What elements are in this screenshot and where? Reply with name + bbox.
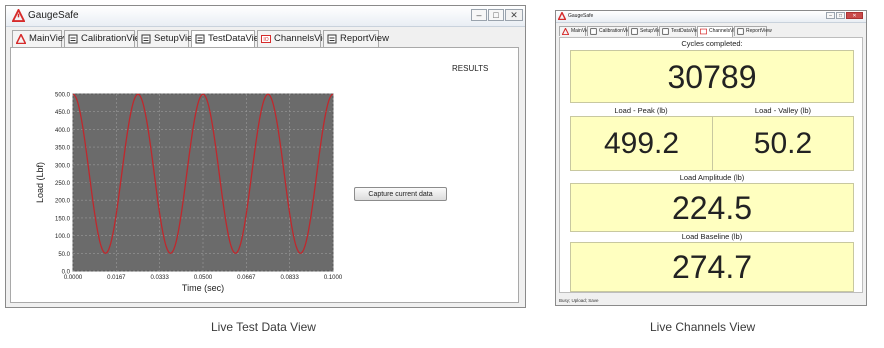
y-tick-label: 350.0 — [55, 146, 71, 152]
minimize-button[interactable]: – — [826, 12, 835, 19]
maximize-button[interactable]: □ — [488, 9, 504, 21]
x-tick-label: 0.1000 — [324, 275, 343, 281]
right-caption: Live Channels View — [650, 320, 756, 334]
sheet-icon — [327, 34, 337, 44]
channels-panel: Cycles completed: 30789 Load - Peak (lb)… — [559, 37, 863, 293]
tab-report-view[interactable]: ReportView — [323, 30, 389, 47]
tab-label: ReportView — [746, 28, 772, 34]
load-time-chart: 0.050.0100.0150.0200.0250.0300.0350.0400… — [35, 93, 343, 294]
cycles-value: 30789 — [570, 50, 854, 103]
y-tick-label: 200.0 — [55, 199, 71, 205]
x-axis-label: Time (sec) — [182, 283, 224, 293]
test-data-panel: RESULTS 0.0 50.0 100.0 150.0 200.0 250.0 300.0… — [10, 47, 519, 303]
test-data-window: GaugeSafe – □ ✕ MainView CalibrationView… — [5, 5, 526, 308]
view-tabs: MainView CalibrationView SetupView TestD… — [559, 26, 862, 37]
sheet-icon — [141, 34, 151, 44]
sheet-icon — [590, 28, 597, 35]
status-bar: Busy; Upload; Save — [559, 298, 599, 303]
amplitude-label: Load Amplitude (lb) — [679, 173, 745, 182]
close-button[interactable]: ✕ — [505, 9, 523, 21]
window-title: GaugeSafe — [28, 10, 79, 21]
x-tick-label: 0.0167 — [107, 275, 126, 281]
io-icon: IO — [261, 35, 271, 43]
sheet-icon — [662, 28, 669, 35]
tab-calibration-view[interactable]: CalibrationView — [587, 26, 634, 36]
left-caption: Live Test Data View — [211, 320, 316, 334]
sheet-icon — [195, 34, 205, 44]
svg-text:IO: IO — [263, 37, 268, 43]
x-tick-label: 0.0667 — [237, 275, 256, 281]
minimize-button[interactable]: – — [471, 9, 487, 21]
channels-window: GaugeSafe – □ ✕ MainView CalibrationView… — [555, 10, 867, 306]
valley-value: 50.2 — [712, 116, 854, 171]
baseline-label: Load Baseline (lb) — [681, 232, 743, 241]
tab-channels-view[interactable]: IO ChannelsView — [257, 30, 335, 47]
y-tick-label: 400.0 — [55, 128, 71, 134]
warning-triangle-icon — [562, 28, 569, 35]
title-bar: GaugeSafe – □ ✕ — [6, 6, 525, 27]
warning-triangle-icon — [16, 34, 26, 44]
y-tick-label: 100.0 — [55, 234, 71, 240]
x-tick-label: 0.0333 — [150, 275, 169, 281]
gaugesafe-logo-icon — [558, 12, 566, 20]
tab-setup-view[interactable]: SetupView — [628, 26, 664, 36]
peak-label: Load - Peak (lb) — [614, 106, 668, 115]
title-bar: GaugeSafe – □ ✕ — [556, 11, 866, 23]
y-tick-label: 300.0 — [55, 163, 71, 169]
y-tick-label: 50.0 — [58, 252, 70, 258]
tab-channels-view[interactable]: ChannelsView — [697, 26, 741, 37]
x-tick-label: 0.0000 — [64, 275, 83, 281]
tab-calibration-view[interactable]: CalibrationView — [64, 30, 147, 47]
peak-value: 499.2 — [570, 116, 713, 171]
results-label: RESULTS — [452, 64, 489, 73]
tab-main-view[interactable]: MainView — [559, 26, 593, 36]
y-tick-label: 450.0 — [55, 110, 71, 116]
sheet-icon — [68, 34, 78, 44]
sheet-icon — [631, 28, 638, 35]
io-icon — [700, 28, 707, 35]
y-tick-label: 150.0 — [55, 216, 71, 222]
tab-test-data-view[interactable]: TestDataView — [659, 26, 701, 36]
valley-label: Load - Valley (lb) — [754, 106, 812, 115]
sheet-icon — [737, 28, 744, 35]
tab-test-data-view[interactable]: TestDataView — [191, 30, 266, 48]
amplitude-value: 224.5 — [570, 183, 854, 232]
tab-report-view[interactable]: ReportView — [734, 26, 772, 36]
close-button[interactable]: ✕ — [846, 12, 863, 19]
cycles-label: Cycles completed: — [681, 39, 743, 48]
y-tick-label: 250.0 — [55, 181, 71, 187]
y-tick-label: 500.0 — [55, 93, 71, 99]
x-tick-label: 0.0500 — [194, 275, 213, 281]
y-axis-label: Load (Lbf) — [35, 162, 45, 203]
tab-main-view[interactable]: MainView — [12, 30, 70, 47]
baseline-value: 274.7 — [570, 242, 854, 292]
gaugesafe-logo-icon — [12, 9, 25, 22]
maximize-button[interactable]: □ — [836, 12, 845, 19]
window-title: GaugeSafe — [568, 13, 594, 19]
capture-data-button[interactable]: Capture current data — [354, 187, 447, 201]
status-text: Busy; Upload; Save — [559, 298, 599, 303]
x-tick-label: 0.0833 — [280, 275, 299, 281]
view-tabs: MainView CalibrationView SetupView TestD… — [10, 30, 521, 48]
tab-setup-view[interactable]: SetupView — [137, 30, 199, 47]
tab-label: ReportView — [340, 33, 389, 44]
